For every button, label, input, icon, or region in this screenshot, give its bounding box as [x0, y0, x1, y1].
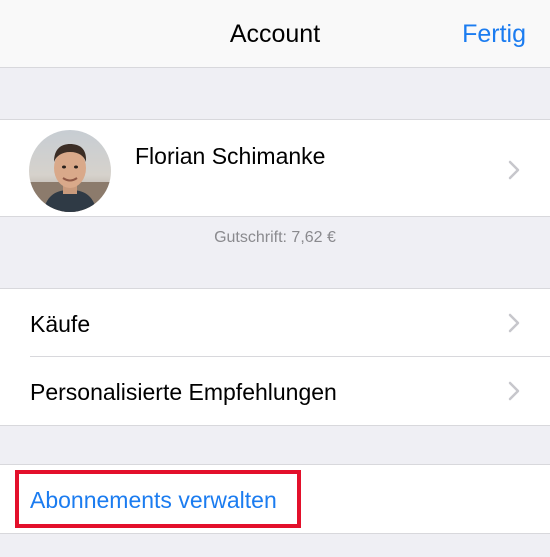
menu-item-purchases[interactable]: Käufe: [0, 289, 550, 357]
done-button[interactable]: Fertig: [462, 20, 526, 49]
menu-item-label: Personalisierte Empfehlungen: [30, 379, 337, 405]
menu-group: Käufe Personalisierte Empfehlungen: [0, 288, 550, 426]
subscriptions-group: Abonnements verwalten: [0, 464, 550, 534]
avatar: [29, 130, 111, 212]
chevron-right-icon: [508, 381, 520, 401]
profile-group: Florian Schimanke: [0, 119, 550, 217]
profile-row[interactable]: Florian Schimanke: [0, 120, 550, 216]
menu-item-recommendations[interactable]: Personalisierte Empfehlungen: [0, 357, 550, 425]
navigation-bar: Account Fertig: [0, 0, 550, 68]
manage-subscriptions-link[interactable]: Abonnements verwalten: [0, 465, 550, 533]
credit-balance: Gutschrift: 7,62 €: [214, 229, 336, 246]
manage-subscriptions-label: Abonnements verwalten: [30, 487, 277, 513]
chevron-right-icon: [508, 160, 520, 180]
chevron-right-icon: [508, 313, 520, 333]
profile-name: Florian Schimanke: [135, 143, 326, 169]
menu-item-label: Käufe: [30, 311, 91, 337]
